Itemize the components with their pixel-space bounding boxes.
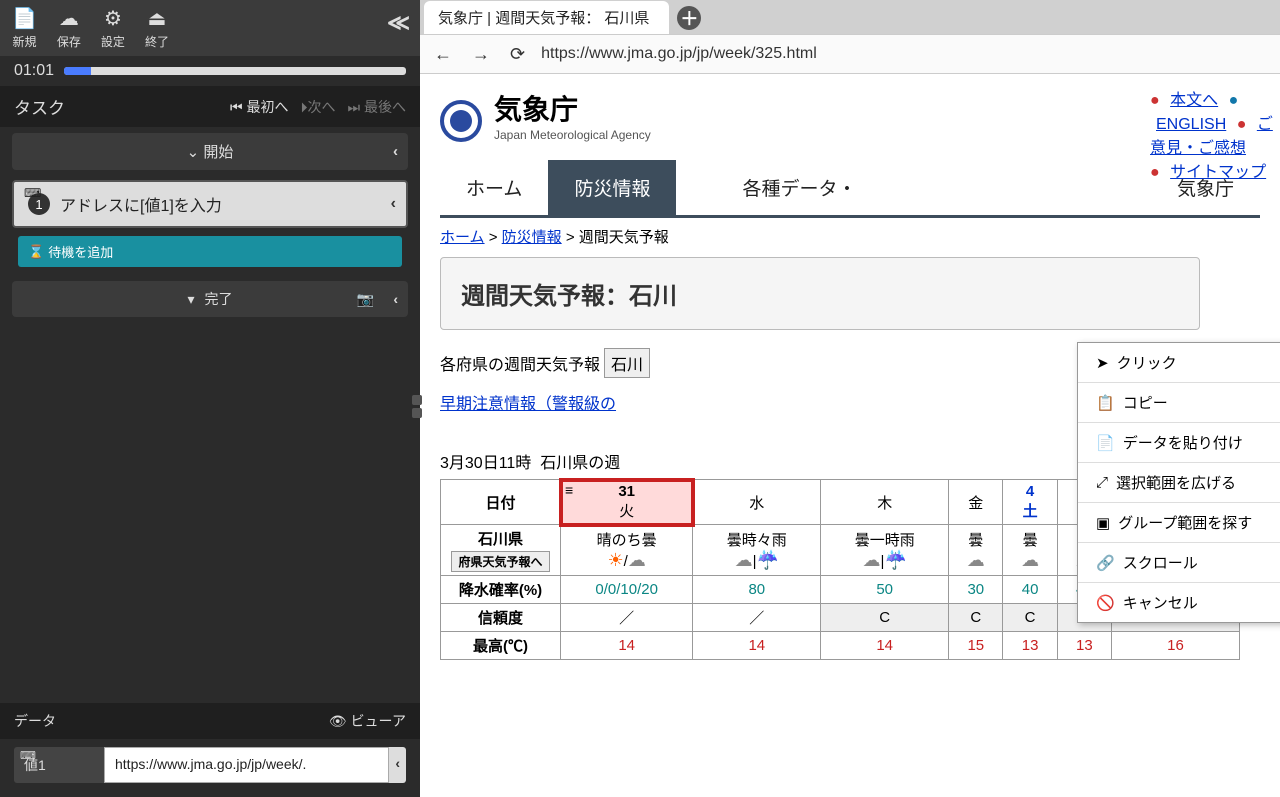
body-link[interactable]: 本文へ (1170, 92, 1218, 109)
data-section-header: データ 👁ビューア (0, 703, 420, 739)
page-body: 気象庁 Japan Meteorological Agency ● 本文へ ● … (420, 74, 1280, 797)
exit-button[interactable]: ⏏︎終了 (145, 6, 169, 50)
page-title: 週間天気予報：石川 (461, 276, 1179, 311)
browser-tab[interactable]: 気象庁 | 週間天気予報： 石川県 (424, 1, 669, 34)
tasks-header: タスク ⏮ 最初へ ⏵次へ ⏭ 最後へ (0, 86, 420, 127)
back-button[interactable]: ← (430, 40, 456, 69)
nav-next[interactable]: ⏵次へ (301, 97, 336, 117)
link-icon: 🔗 (1096, 554, 1115, 572)
ctx-group[interactable]: ▣グループ範囲を探す (1078, 503, 1280, 543)
sidebar-panel: 📄新規 ☁︎保存 ⚙設定 ⏏︎終了 ≪ 01:01 タスク ⏮ 最初へ ⏵次へ … (0, 0, 420, 797)
chevron-left-icon: ‹ (393, 291, 398, 307)
nav-last[interactable]: ⏭ 最後へ (348, 97, 407, 117)
cursor-icon: ➤ (1096, 354, 1109, 372)
group-icon: ▣ (1096, 514, 1110, 532)
ctx-cancel[interactable]: 🚫キャンセル (1078, 583, 1280, 622)
nav-first[interactable]: ⏮ 最初へ (230, 97, 289, 117)
region-box: 週間天気予報：石川 (440, 257, 1200, 330)
gear-icon: ⚙ (104, 6, 122, 31)
cloud-upload-icon: ☁︎ (59, 6, 79, 31)
copy-icon: 📋 (1096, 394, 1115, 412)
breadcrumb: ホーム > 防災情報 > 週間天気予報 (440, 226, 1260, 247)
chevron-left-icon: ‹ (391, 195, 396, 213)
context-menu-main: ➤クリック 📋コピー 📄データを貼り付け ⤢選択範囲を広げる ▣グループ範囲を探… (1077, 342, 1280, 623)
timer: 01:01 (14, 62, 54, 80)
done-card[interactable]: ▾完了 📷 ‹ (12, 281, 408, 317)
jma-logo-icon (440, 100, 482, 142)
ctx-expand-sel[interactable]: ⤢選択範囲を広げる (1078, 463, 1280, 503)
main-nav: ホーム 防災情報 各種データ・ 気象庁 (440, 160, 1260, 218)
pref-select[interactable]: 石川 (604, 348, 650, 378)
save-button[interactable]: ☁︎保存 (57, 6, 81, 50)
nav-bosai[interactable]: 防災情報 (548, 160, 676, 215)
progress-row: 01:01 (0, 56, 420, 86)
urlbar: ← → ⟳ https://www.jma.go.jp/jp/week/325.… (420, 34, 1280, 74)
splitter-handle[interactable] (412, 395, 422, 423)
new-button[interactable]: 📄新規 (12, 6, 37, 50)
chevrons-down-icon: ⌄ (187, 143, 200, 161)
step-1[interactable]: ⌨ 1 アドレスに[値1]を入力 ‹ (12, 180, 408, 228)
browser-tabbar: 気象庁 | 週間天気予報： 石川県 ＋ (420, 0, 1280, 34)
agency-title: 気象庁 (494, 88, 651, 128)
settings-button[interactable]: ⚙設定 (101, 6, 125, 50)
nav-data[interactable]: 各種データ・ (716, 160, 882, 215)
hourglass-icon: ⌛ (28, 244, 44, 260)
url-field[interactable]: https://www.jma.go.jp/jp/week/325.html (541, 45, 1270, 63)
expand-icon: ⤢ (1096, 474, 1108, 491)
reload-button[interactable]: ⟳ (506, 40, 529, 69)
keyboard-icon: ⌨ (20, 749, 36, 762)
flag-icon: ▾ (187, 291, 194, 308)
camera-icon[interactable]: 📷 (357, 291, 374, 308)
paste-icon: 📄 (1096, 434, 1115, 452)
english-link[interactable]: ENGLISH (1156, 116, 1226, 133)
sidebar-toolbar: 📄新規 ☁︎保存 ⚙設定 ⏏︎終了 ≪ (0, 0, 420, 56)
add-wait-button[interactable]: ⌛待機を追加 (18, 236, 402, 267)
ctx-click[interactable]: ➤クリック (1078, 343, 1280, 383)
ctx-scroll[interactable]: 🔗スクロール (1078, 543, 1280, 583)
ctx-paste[interactable]: 📄データを貼り付け (1078, 423, 1280, 463)
file-icon: 📄 (12, 6, 37, 31)
forward-button[interactable]: → (468, 40, 494, 69)
chevron-left-icon: ‹ (393, 143, 398, 160)
start-card[interactable]: ⌄ 開始 ‹ (12, 133, 408, 170)
url-value-input[interactable]: https://www.jma.go.jp/jp/week/. (104, 747, 389, 783)
browser-pane: 気象庁 | 週間天気予報： 石川県 ＋ ← → ⟳ https://www.jm… (420, 0, 1280, 797)
data-field-row: ⌨値1 https://www.jma.go.jp/jp/week/. ‹ (14, 747, 406, 783)
new-tab-button[interactable]: ＋ (677, 6, 701, 30)
top-links: ● 本文へ ● ENGLISH ● ご意見・ご感想 ● サイトマップ (1150, 86, 1280, 182)
expand-field-icon[interactable]: ‹ (389, 747, 406, 783)
progress-bar[interactable] (64, 67, 406, 75)
today-cell[interactable]: ≡ 31火 (561, 480, 693, 525)
collapse-sidebar-icon[interactable]: ≪ (387, 10, 410, 36)
eye-icon: 👁 (329, 713, 347, 730)
sitemap-link[interactable]: サイトマップ (1170, 164, 1266, 181)
exit-icon: ⏏︎ (147, 6, 166, 31)
pref-forecast-button[interactable]: 府県天気予報へ (451, 551, 549, 572)
nav-home[interactable]: ホーム (440, 160, 548, 215)
keyboard-icon: ⌨ (24, 186, 41, 200)
ban-icon: 🚫 (1096, 594, 1115, 612)
ctx-copy[interactable]: 📋コピー (1078, 383, 1280, 423)
viewer-button[interactable]: 👁ビューア (329, 711, 406, 731)
